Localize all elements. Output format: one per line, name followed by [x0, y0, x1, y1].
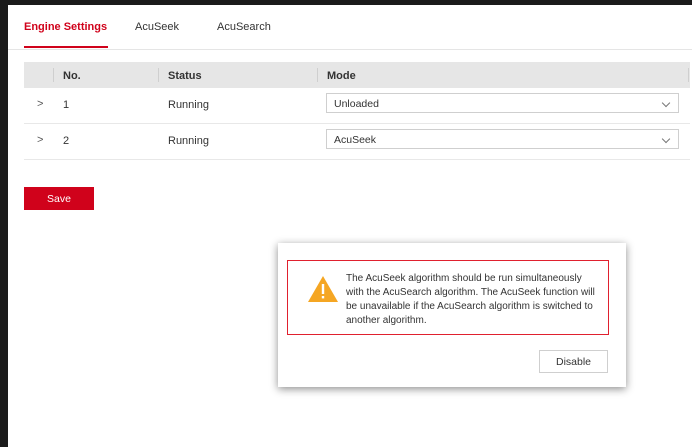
column-divider: [158, 68, 159, 82]
disable-button[interactable]: Disable: [539, 350, 608, 373]
mode-select[interactable]: AcuSeek: [326, 129, 679, 149]
column-divider: [317, 68, 318, 82]
engine-settings-page: Engine Settings AcuSeek AcuSearch No. St…: [8, 5, 692, 447]
mode-select-value: AcuSeek: [334, 134, 377, 146]
table-header: No. Status Mode: [24, 62, 690, 88]
row-status: Running: [168, 135, 209, 147]
table-row: > 2 Running AcuSeek: [24, 124, 690, 160]
warning-message: The AcuSeek algorithm should be run simu…: [346, 273, 595, 326]
expand-chevron-icon[interactable]: >: [37, 134, 43, 146]
column-header-no: No.: [63, 70, 81, 82]
active-tab-indicator: [24, 46, 108, 48]
tab-bar: Engine Settings AcuSeek AcuSearch: [8, 5, 692, 50]
warning-icon: [308, 276, 338, 302]
mode-select-value: Unloaded: [334, 98, 379, 110]
tab-engine-settings[interactable]: Engine Settings: [24, 21, 107, 33]
row-number: 2: [63, 135, 70, 147]
save-button[interactable]: Save: [24, 187, 94, 210]
mode-select[interactable]: Unloaded: [326, 93, 679, 113]
tab-acusearch[interactable]: AcuSearch: [217, 21, 271, 33]
warning-message-box: The AcuSeek algorithm should be run simu…: [287, 260, 609, 335]
column-header-mode: Mode: [327, 70, 356, 82]
column-divider: [53, 68, 54, 82]
column-divider: [688, 68, 689, 82]
column-header-status: Status: [168, 70, 202, 82]
tab-acuseek[interactable]: AcuSeek: [135, 21, 179, 33]
engine-table: No. Status Mode > 1 Running Unloaded > 2…: [24, 62, 690, 160]
chevron-down-icon: [661, 134, 671, 144]
row-number: 1: [63, 99, 70, 111]
warning-dialog: The AcuSeek algorithm should be run simu…: [278, 243, 626, 387]
chevron-down-icon: [661, 98, 671, 108]
row-status: Running: [168, 99, 209, 111]
table-row: > 1 Running Unloaded: [24, 88, 690, 124]
expand-chevron-icon[interactable]: >: [37, 98, 43, 110]
